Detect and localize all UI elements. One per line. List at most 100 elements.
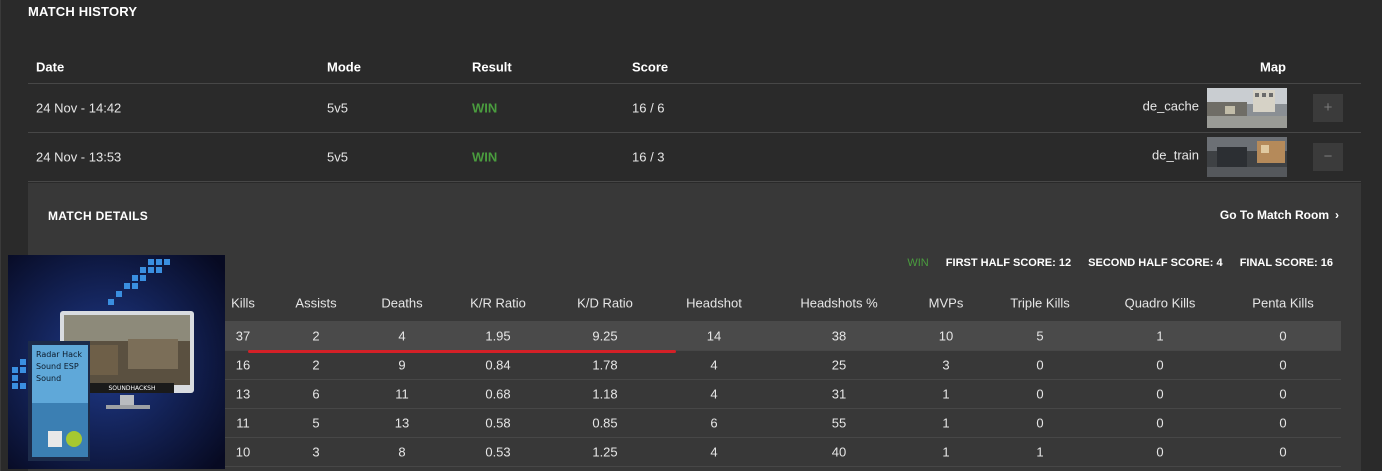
col-deaths: Deaths bbox=[381, 295, 423, 311]
col-triple-kills: Triple Kills bbox=[1010, 295, 1070, 311]
col-assists: Assists bbox=[295, 295, 337, 311]
match-row[interactable]: 24 Nov - 13:53 5v5 WIN 16 / 3 de_train − bbox=[28, 133, 1361, 182]
col-headshot: Headshot bbox=[686, 295, 742, 311]
col-score: Score bbox=[632, 59, 669, 74]
stats-row: 16 2 9 0.84 1.78 4 25 3 0 0 0 bbox=[48, 351, 1341, 380]
triple-kills-value: 0 bbox=[1036, 386, 1044, 402]
stats-row: 13 6 11 0.68 1.18 4 31 1 0 0 0 bbox=[48, 380, 1341, 409]
mvps-value: 10 bbox=[938, 328, 954, 344]
col-result: Result bbox=[472, 59, 512, 74]
col-kd-ratio: K/D Ratio bbox=[577, 295, 633, 311]
match-row[interactable]: 24 Nov - 14:42 5v5 WIN 16 / 6 de_cache + bbox=[28, 84, 1361, 133]
kd-ratio-value: 1.25 bbox=[592, 444, 618, 460]
penta-kills-value: 0 bbox=[1279, 386, 1287, 402]
match-result: WIN bbox=[472, 149, 498, 165]
match-details-title: MATCH DETAILS bbox=[48, 209, 149, 223]
match-history-table: Date Mode Result Score Map 24 Nov - 14:4… bbox=[28, 50, 1361, 182]
expand-button[interactable]: + bbox=[1313, 94, 1343, 122]
second-half-score: SECOND HALF SCORE: 4 bbox=[1088, 257, 1223, 269]
match-score: 16 / 6 bbox=[632, 100, 665, 116]
match-result: WIN bbox=[472, 100, 498, 116]
stats-row: 37 2 4 1.95 9.25 14 38 10 5 1 0 bbox=[48, 322, 1341, 351]
match-score: 16 / 3 bbox=[632, 149, 665, 165]
quadro-kills-value: 0 bbox=[1156, 386, 1164, 402]
score-summary: WIN FIRST HALF SCORE: 12 SECOND HALF SCO… bbox=[893, 257, 1333, 269]
stats-row: 11 5 13 0.58 0.85 6 55 1 0 0 0 bbox=[48, 409, 1341, 438]
penta-kills-value: 0 bbox=[1279, 328, 1287, 344]
kr-ratio-value: 0.58 bbox=[485, 415, 511, 431]
map-thumbnail bbox=[1207, 88, 1287, 128]
stats-header: Kills Assists Deaths K/R Ratio K/D Ratio… bbox=[48, 285, 1341, 322]
triple-kills-value: 1 bbox=[1036, 444, 1044, 460]
col-mode: Mode bbox=[327, 59, 361, 74]
match-mode: 5v5 bbox=[327, 100, 348, 116]
kr-ratio-value: 0.53 bbox=[485, 444, 511, 460]
col-map: Map bbox=[1260, 59, 1286, 74]
penta-kills-value: 0 bbox=[1279, 415, 1287, 431]
deaths-value: 4 bbox=[398, 328, 406, 344]
penta-kills-value: 0 bbox=[1279, 444, 1287, 460]
assists-value: 6 bbox=[312, 386, 320, 402]
assists-value: 3 bbox=[312, 444, 320, 460]
first-half-score: FIRST HALF SCORE: 12 bbox=[945, 257, 1072, 269]
final-score: FINAL SCORE: 16 bbox=[1239, 257, 1333, 269]
col-quadro-kills: Quadro Kills bbox=[1124, 295, 1196, 311]
kills-value: 37 bbox=[235, 328, 251, 344]
match-date: 24 Nov - 13:53 bbox=[36, 149, 122, 165]
go-to-match-room-link[interactable]: Go To Match Room › bbox=[1220, 208, 1339, 222]
kills-value: 11 bbox=[236, 415, 250, 431]
quadro-kills-value: 0 bbox=[1156, 444, 1164, 460]
mvps-value: 3 bbox=[942, 357, 950, 373]
highlight-underline bbox=[248, 350, 676, 353]
match-details-panel: MATCH DETAILS Go To Match Room › WIN FIRS… bbox=[28, 183, 1361, 471]
headshots-pct-value: 31 bbox=[831, 386, 847, 402]
kills-value: 16 bbox=[235, 357, 251, 373]
collapse-button[interactable]: − bbox=[1313, 143, 1343, 171]
promo-overlay-image: SOUNDHACKSH Radar Hack Sound ESP Sound bbox=[8, 255, 225, 469]
kd-ratio-value: 0.85 bbox=[592, 415, 618, 431]
kd-ratio-value: 9.25 bbox=[592, 328, 618, 344]
col-penta-kills: Penta Kills bbox=[1252, 295, 1314, 311]
col-headshots-pct: Headshots % bbox=[800, 295, 878, 311]
stats-row: 10 3 8 0.53 1.25 4 40 1 1 0 0 bbox=[48, 438, 1341, 467]
deaths-value: 11 bbox=[395, 386, 409, 402]
mvps-value: 1 bbox=[942, 444, 950, 460]
promo-line-3: Sound bbox=[36, 374, 61, 383]
kills-value: 13 bbox=[235, 386, 251, 402]
triple-kills-value: 0 bbox=[1036, 357, 1044, 373]
kills-value: 10 bbox=[235, 444, 251, 460]
triple-kills-value: 0 bbox=[1036, 415, 1044, 431]
headshot-value: 4 bbox=[710, 386, 718, 402]
player-stats-table: Kills Assists Deaths K/R Ratio K/D Ratio… bbox=[48, 285, 1341, 467]
match-history-page: MATCH HISTORY Date Mode Result Score Map… bbox=[0, 0, 1382, 471]
penta-kills-value: 0 bbox=[1279, 357, 1287, 373]
promo-line-1: Radar Hack bbox=[36, 350, 82, 359]
col-date: Date bbox=[36, 59, 65, 74]
kr-ratio-value: 1.95 bbox=[485, 328, 511, 344]
monitor-label: SOUNDHACKSH bbox=[109, 385, 156, 392]
match-room-label: Go To Match Room bbox=[1219, 208, 1329, 222]
kd-ratio-value: 1.78 bbox=[592, 357, 618, 373]
summary-result: WIN bbox=[907, 257, 929, 269]
headshot-value: 4 bbox=[710, 357, 718, 373]
headshot-value: 14 bbox=[706, 328, 722, 344]
deaths-value: 8 bbox=[398, 444, 406, 460]
map-name: de_cache bbox=[1142, 98, 1199, 114]
col-kr-ratio: K/R Ratio bbox=[470, 295, 526, 311]
match-date: 24 Nov - 14:42 bbox=[36, 100, 122, 116]
triple-kills-value: 5 bbox=[1036, 328, 1044, 344]
map-thumbnail bbox=[1207, 137, 1287, 177]
col-mvps: MVPs bbox=[928, 295, 964, 311]
match-history-title: MATCH HISTORY bbox=[28, 4, 138, 19]
quadro-kills-value: 0 bbox=[1156, 357, 1164, 373]
kd-ratio-value: 1.18 bbox=[592, 386, 618, 402]
quadro-kills-value: 1 bbox=[1156, 328, 1164, 344]
headshots-pct-value: 40 bbox=[831, 444, 847, 460]
kr-ratio-value: 0.68 bbox=[485, 386, 511, 402]
headshots-pct-value: 55 bbox=[831, 415, 847, 431]
match-history-header: Date Mode Result Score Map bbox=[28, 50, 1361, 84]
deaths-value: 13 bbox=[394, 415, 410, 431]
assists-value: 2 bbox=[312, 357, 320, 373]
headshot-value: 4 bbox=[710, 444, 718, 460]
headshot-value: 6 bbox=[710, 415, 718, 431]
